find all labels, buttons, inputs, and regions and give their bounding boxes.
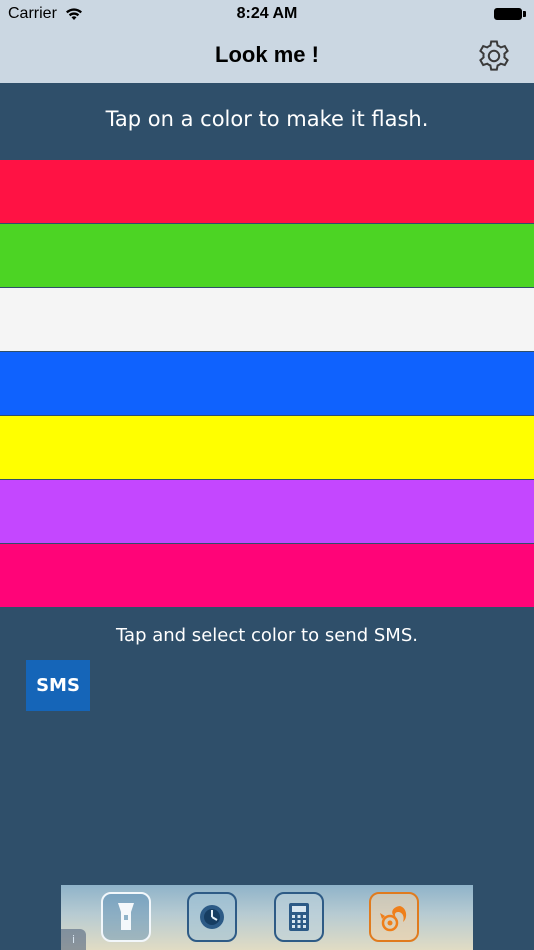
color-bar-blue[interactable] — [0, 352, 534, 415]
info-icon: i — [71, 933, 76, 946]
color-bar-purple[interactable] — [0, 480, 534, 543]
battery-icon — [494, 6, 526, 22]
page-title: Look me ! — [215, 42, 319, 67]
color-bar-pink[interactable] — [0, 544, 534, 607]
ad-tile-browser[interactable] — [369, 892, 419, 942]
flash-instruction: Tap on a color to make it flash. — [105, 107, 429, 131]
squirrel-browser-icon — [380, 906, 407, 932]
timer-icon — [200, 905, 224, 929]
color-bar-green[interactable] — [0, 224, 534, 287]
ad-tile-flashlight[interactable] — [101, 892, 151, 942]
settings-button[interactable] — [476, 38, 512, 74]
ad-info-badge[interactable]: i — [61, 929, 86, 950]
gear-icon — [479, 40, 509, 71]
sms-instruction: Tap and select color to send SMS. — [116, 625, 418, 646]
ad-banner[interactable]: i — [61, 885, 473, 950]
ad-tile-calculator[interactable] — [274, 892, 324, 942]
color-bar-red[interactable] — [0, 160, 534, 223]
color-list — [0, 160, 534, 607]
navigation-bar: Look me ! — [0, 30, 534, 83]
color-bar-white[interactable] — [0, 288, 534, 351]
ad-tile-timer[interactable] — [187, 892, 237, 942]
status-time: 8:24 AM — [236, 5, 298, 22]
calculator-icon — [289, 903, 309, 931]
status-bar: Carrier 8:24 AM — [0, 0, 534, 30]
color-bar-yellow[interactable] — [0, 416, 534, 479]
flashlight-icon — [118, 903, 134, 930]
sms-button[interactable]: SMS — [26, 660, 90, 711]
